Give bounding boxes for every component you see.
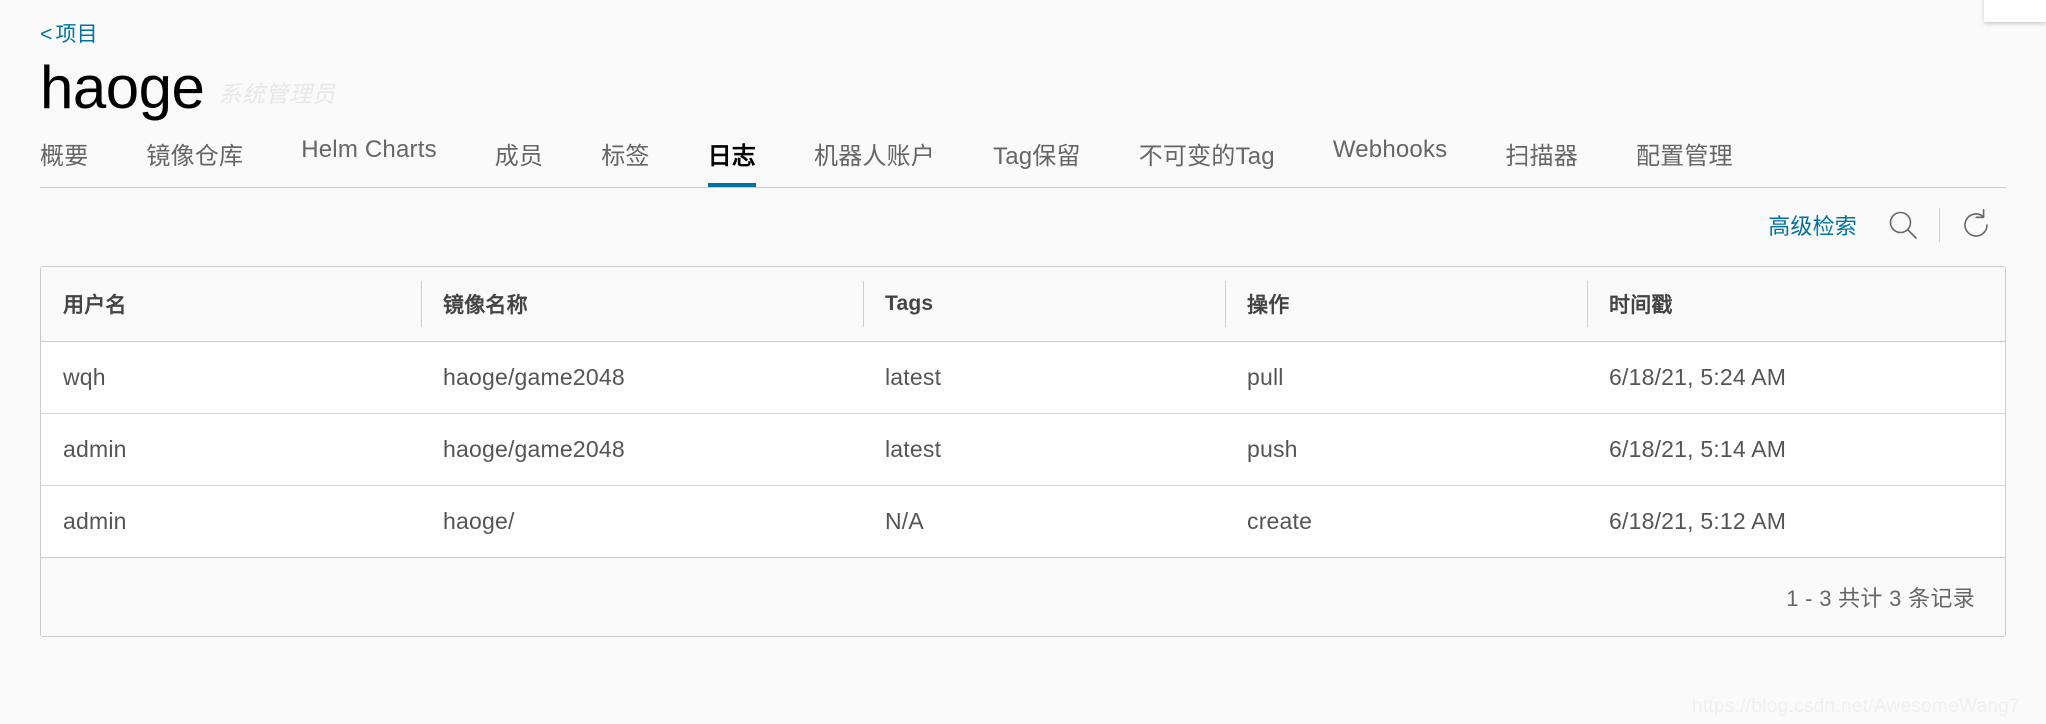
- logs-toolbar: 高级检索: [40, 188, 2006, 262]
- project-header: haoge 系统管理员: [40, 54, 2006, 118]
- tab-repositories[interactable]: 镜像仓库: [146, 136, 243, 187]
- cell-username: wqh: [41, 341, 421, 414]
- cell-tags: latest: [863, 413, 1225, 486]
- table-body: wqh haoge/game2048 latest pull 6/18/21, …: [41, 341, 2005, 558]
- toolbar-divider: [1939, 208, 1940, 242]
- advanced-search-link[interactable]: 高级检索: [1768, 209, 1857, 241]
- table-head: 用户名 镜像名称 Tags 操作 时间戳: [41, 267, 2005, 342]
- column-header-repository[interactable]: 镜像名称: [421, 267, 863, 342]
- project-logs-page: < 项目 haoge 系统管理员 概要 镜像仓库 Helm Charts 成员 标…: [0, 0, 2046, 724]
- page-title: haoge: [40, 54, 205, 121]
- table-row[interactable]: wqh haoge/game2048 latest pull 6/18/21, …: [41, 341, 2005, 414]
- table-header-row: 用户名 镜像名称 Tags 操作 时间戳: [41, 267, 2005, 342]
- cell-operation: push: [1225, 413, 1587, 486]
- tab-webhooks[interactable]: Webhooks: [1333, 136, 1448, 180]
- cell-repository: haoge/: [421, 485, 863, 558]
- project-role-label: 系统管理员: [218, 81, 336, 107]
- tab-logs[interactable]: 日志: [707, 136, 757, 187]
- cell-username: admin: [41, 485, 421, 558]
- cell-operation: pull: [1225, 341, 1587, 414]
- logs-table: 用户名 镜像名称 Tags 操作 时间戳 wqh haoge/game2048 …: [41, 267, 2005, 558]
- cell-username: admin: [41, 413, 421, 486]
- tab-labels[interactable]: 标签: [601, 136, 649, 187]
- column-header-timestamp[interactable]: 时间戳: [1587, 267, 2005, 342]
- table-row[interactable]: admin haoge/ N/A create 6/18/21, 5:12 AM: [41, 485, 2005, 558]
- table-row[interactable]: admin haoge/game2048 latest push 6/18/21…: [41, 413, 2005, 486]
- cell-timestamp: 6/18/21, 5:14 AM: [1587, 413, 2005, 486]
- chevron-left-icon: <: [40, 23, 53, 46]
- watermark: https://blog.csdn.net/AwesomeWang7: [1691, 696, 2020, 717]
- tab-tag-immutability[interactable]: 不可变的Tag: [1139, 136, 1275, 187]
- refresh-button[interactable]: [1954, 203, 1998, 247]
- tab-tag-retention[interactable]: Tag保留: [993, 136, 1081, 187]
- cell-tags: N/A: [863, 485, 1225, 558]
- refresh-icon: [1964, 208, 1988, 237]
- tab-configuration[interactable]: 配置管理: [1636, 136, 1733, 187]
- cell-operation: create: [1225, 485, 1587, 558]
- tab-members[interactable]: 成员: [495, 136, 543, 187]
- tab-robot-accounts[interactable]: 机器人账户: [814, 136, 935, 187]
- tab-helm-charts[interactable]: Helm Charts: [301, 136, 437, 180]
- breadcrumb-back-to-projects[interactable]: < 项目: [40, 24, 98, 45]
- window-corner-artifact: [1984, 0, 2046, 22]
- tab-scanner[interactable]: 扫描器: [1505, 136, 1578, 187]
- pagination-summary: 1 - 3 共计 3 条记录: [1786, 586, 1975, 611]
- cell-timestamp: 6/18/21, 5:12 AM: [1587, 485, 2005, 558]
- column-header-operation[interactable]: 操作: [1225, 267, 1587, 342]
- column-header-username[interactable]: 用户名: [41, 267, 421, 342]
- datagrid-footer: 1 - 3 共计 3 条记录: [41, 558, 2005, 636]
- search-icon: [1889, 211, 1917, 239]
- tab-summary[interactable]: 概要: [40, 136, 88, 187]
- cell-timestamp: 6/18/21, 5:24 AM: [1587, 341, 2005, 414]
- search-button[interactable]: [1881, 203, 1925, 247]
- breadcrumb-label: 项目: [55, 23, 98, 46]
- cell-repository: haoge/game2048: [421, 341, 863, 414]
- cell-repository: haoge/game2048: [421, 413, 863, 486]
- project-tabbar: 概要 镜像仓库 Helm Charts 成员 标签 日志 机器人账户 Tag保留…: [40, 136, 2006, 188]
- cell-tags: latest: [863, 341, 1225, 414]
- logs-datagrid: 用户名 镜像名称 Tags 操作 时间戳 wqh haoge/game2048 …: [40, 266, 2006, 637]
- column-header-tags[interactable]: Tags: [863, 267, 1225, 342]
